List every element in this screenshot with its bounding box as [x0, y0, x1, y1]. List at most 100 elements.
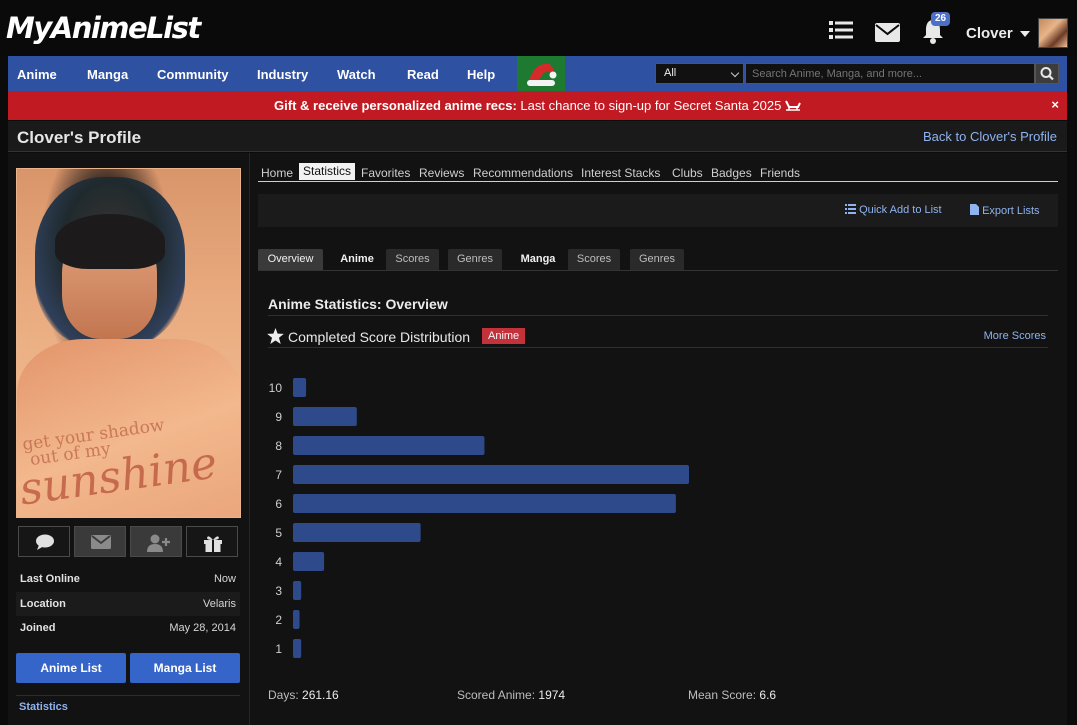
- info-key: Location: [20, 598, 66, 610]
- divider: [268, 347, 1048, 348]
- site-logo[interactable]: MyAnimeList: [6, 11, 201, 45]
- profile-header: Clover's Profile Back to Clover's Profil…: [8, 121, 1067, 152]
- score-bar[interactable]: [293, 465, 689, 484]
- subtab-manga-genres[interactable]: Genres: [630, 249, 684, 270]
- comment-icon: [36, 534, 54, 550]
- nav-industry[interactable]: Industry: [257, 67, 308, 82]
- days-stat: Days: 261.16: [268, 688, 339, 702]
- tab-badges[interactable]: Badges: [711, 166, 752, 180]
- nav-anime[interactable]: Anime: [17, 67, 57, 82]
- score-bar[interactable]: [293, 378, 307, 397]
- scored-anime-stat: Scored Anime: 1974: [457, 688, 565, 702]
- score-bar[interactable]: [293, 581, 302, 600]
- message-button[interactable]: [74, 526, 126, 557]
- divider: [258, 270, 1058, 271]
- subtab-overview[interactable]: Overview: [258, 249, 323, 270]
- nav-help[interactable]: Help: [467, 67, 495, 82]
- days-value: 261.16: [302, 688, 339, 702]
- search-input[interactable]: [745, 63, 1035, 84]
- nav-watch[interactable]: Watch: [337, 67, 376, 82]
- announcement-banner[interactable]: Gift & receive personalized anime recs: …: [8, 91, 1067, 120]
- tab-statistics[interactable]: Statistics: [299, 163, 356, 180]
- info-key: Last Online: [20, 573, 80, 585]
- tab-recommendations[interactable]: Recommendations: [473, 166, 573, 180]
- export-label: Export Lists: [982, 205, 1040, 217]
- score-bar[interactable]: [293, 639, 302, 658]
- list-icon: [845, 204, 856, 214]
- sleigh-icon: [785, 100, 801, 111]
- info-value: May 28, 2014: [169, 622, 236, 634]
- export-lists-link[interactable]: Export Lists: [970, 204, 1040, 217]
- main-nav: Anime Manga Community Industry Watch Rea…: [8, 56, 1067, 91]
- score-label: 10: [269, 381, 283, 395]
- distribution-title: Completed Score Distribution: [288, 329, 471, 345]
- search-scope-value: All: [664, 67, 677, 79]
- quick-add-link[interactable]: Quick Add to List: [845, 204, 942, 216]
- subtab-manga[interactable]: Manga: [513, 249, 563, 270]
- tab-home[interactable]: Home: [261, 166, 293, 180]
- subtab-anime-scores[interactable]: Scores: [386, 249, 439, 270]
- santa-hat-icon[interactable]: [517, 56, 565, 91]
- manga-list-button[interactable]: Manga List: [130, 653, 240, 683]
- back-to-profile-link[interactable]: Back to Clover's Profile: [923, 129, 1057, 144]
- mean-score-stat: Mean Score: 6.6: [688, 688, 776, 702]
- score-distribution-chart: 10 9 8 7 6 5 4 3 2 1: [269, 378, 689, 658]
- avatar[interactable]: [1038, 18, 1068, 48]
- announcement-text[interactable]: Gift & receive personalized anime recs: …: [8, 98, 1067, 113]
- score-label: 9: [275, 410, 282, 424]
- list-toolbar: Quick Add to List Export Lists: [258, 194, 1058, 227]
- score-bar[interactable]: [293, 552, 325, 571]
- add-friend-button[interactable]: [130, 526, 182, 557]
- mean-value: 6.6: [759, 688, 777, 702]
- score-bar[interactable]: [293, 494, 676, 513]
- close-icon[interactable]: ×: [1051, 97, 1059, 112]
- subtab-anime[interactable]: Anime: [333, 249, 381, 270]
- subtab-manga-scores[interactable]: Scores: [568, 249, 620, 270]
- chevron-down-icon: [730, 68, 740, 78]
- score-bar[interactable]: [293, 610, 300, 629]
- statistics-link[interactable]: Statistics: [19, 701, 68, 713]
- info-joined: Joined May 28, 2014: [16, 616, 240, 640]
- search-button[interactable]: [1035, 63, 1059, 84]
- announcement-body: Last chance to sign-up for Secret Santa …: [516, 98, 782, 113]
- anime-badge: Anime: [482, 328, 526, 344]
- score-label: 5: [275, 526, 282, 540]
- score-label: 3: [275, 584, 282, 598]
- comment-button[interactable]: [18, 526, 70, 557]
- nav-read[interactable]: Read: [407, 67, 439, 82]
- tab-clubs[interactable]: Clubs: [672, 166, 703, 180]
- score-bar[interactable]: [293, 523, 421, 542]
- subtab-anime-genres[interactable]: Genres: [448, 249, 502, 270]
- more-scores-link[interactable]: More Scores: [984, 330, 1046, 342]
- scored-label: Scored Anime:: [457, 688, 536, 702]
- top-bar: MyAnimeList 26 Clover: [0, 0, 1077, 56]
- mail-icon: [91, 535, 111, 549]
- nav-manga[interactable]: Manga: [87, 67, 128, 82]
- list-icon[interactable]: [829, 20, 853, 40]
- announcement-bold: Gift & receive personalized anime recs:: [274, 98, 517, 113]
- tab-reviews[interactable]: Reviews: [419, 166, 464, 180]
- mean-label: Mean Score:: [688, 688, 757, 702]
- info-value: Velaris: [202, 598, 236, 610]
- nav-community[interactable]: Community: [157, 67, 229, 82]
- picture-hair-shape: [55, 214, 165, 269]
- stats-section-title: Anime Statistics: Overview: [268, 296, 448, 312]
- tab-friends[interactable]: Friends: [760, 166, 800, 180]
- user-menu[interactable]: Clover: [966, 25, 1013, 42]
- star-icon: [267, 328, 284, 344]
- days-label: Days:: [268, 688, 299, 702]
- notifications-button[interactable]: 26: [921, 12, 951, 46]
- tab-favorites[interactable]: Favorites: [361, 166, 410, 180]
- document-icon: [970, 204, 979, 215]
- tab-interest-stacks[interactable]: Interest Stacks: [581, 166, 660, 180]
- info-last-online: Last Online Now: [16, 567, 240, 591]
- info-value: Now: [213, 573, 236, 585]
- search-scope-select[interactable]: All: [655, 63, 744, 84]
- score-bar[interactable]: [293, 436, 485, 455]
- score-bar[interactable]: [293, 407, 357, 426]
- anime-list-button[interactable]: Anime List: [16, 653, 126, 683]
- mail-icon[interactable]: [875, 23, 900, 42]
- chevron-down-icon[interactable]: [1020, 31, 1030, 37]
- gift-button[interactable]: [186, 526, 238, 557]
- scored-value: 1974: [538, 688, 566, 702]
